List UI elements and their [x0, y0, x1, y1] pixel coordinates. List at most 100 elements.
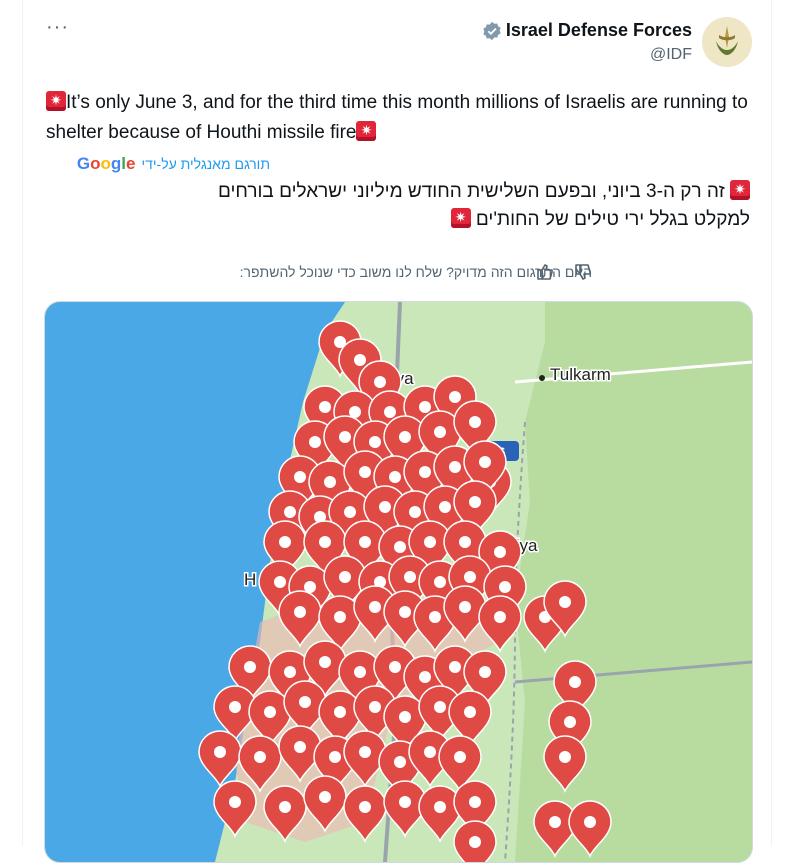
alert-pin-dot	[319, 536, 331, 548]
alert-pin-dot	[374, 376, 386, 388]
alert-pin-dot	[274, 576, 286, 588]
alert-pin-dot	[384, 406, 396, 418]
alert-pin-dot	[354, 666, 366, 678]
alert-pin-dot	[359, 466, 371, 478]
alert-pin-dot	[354, 354, 366, 366]
alert-pin-dot	[369, 601, 381, 613]
alert-pin-dot	[264, 706, 276, 718]
alert-pin-dot	[449, 461, 461, 473]
alert-pin-dot	[389, 661, 401, 673]
alert-pin-dot	[399, 606, 411, 618]
alert-pin-dot	[394, 756, 406, 768]
alert-pin-dot	[404, 571, 416, 583]
alert-pin-dot	[319, 656, 331, 668]
alert-pin-dot	[334, 611, 346, 623]
alert-pin-dot	[294, 471, 306, 483]
alert-pin-dot	[399, 431, 411, 443]
tulkarm-label: Tulkarm	[550, 365, 611, 384]
verified-badge-icon	[483, 21, 501, 40]
avatar[interactable]	[702, 17, 752, 67]
alert-pin-dot	[449, 391, 461, 403]
tweet-text-he-line2: למקלט בגלל ירי טילים של החות'ים	[475, 209, 750, 230]
siren-icon	[356, 121, 377, 141]
alert-pin-dot	[229, 796, 241, 808]
google-logo: Google	[76, 154, 136, 173]
alert-pin-dot	[469, 496, 481, 508]
alert-pin-dot	[399, 796, 411, 808]
alert-pin-dot	[464, 706, 476, 718]
alert-pin-dot	[434, 426, 446, 438]
alert-pin-dot	[279, 536, 291, 548]
alert-pin-dot	[389, 471, 401, 483]
tweet-text-en: It’s only June 3, and for the third time…	[46, 92, 748, 143]
alert-pin-dot	[329, 751, 341, 763]
alert-pin-dot	[359, 801, 371, 813]
alert-pin-dot	[439, 501, 451, 513]
alert-pin-dot	[359, 746, 371, 758]
alert-pin-dot	[464, 571, 476, 583]
alert-pin-dot	[319, 401, 331, 413]
alert-pin-dot	[284, 666, 296, 678]
alert-pin-dot	[549, 816, 561, 828]
author-handle[interactable]: @IDF	[650, 46, 692, 64]
alert-pin-dot	[284, 506, 296, 518]
hills	[515, 302, 752, 862]
alert-pin-dot	[569, 676, 581, 688]
alert-pin-dot	[229, 701, 241, 713]
alert-pin-dot	[494, 546, 506, 558]
alert-pin-dot	[244, 661, 256, 673]
alert-pin-dot	[469, 416, 481, 428]
alert-pin-dot	[214, 746, 226, 758]
alert-pin-dot	[324, 476, 336, 488]
alert-pin-dot	[559, 751, 571, 763]
alert-pin-dot	[459, 601, 471, 613]
city-dot	[539, 375, 545, 381]
alert-pin-dot	[394, 541, 406, 553]
alert-pin-dot	[469, 796, 481, 808]
alert-pin-dot	[369, 701, 381, 713]
alert-pin-dot	[584, 816, 596, 828]
alert-pin-dot	[409, 506, 421, 518]
siren-icon	[450, 208, 471, 228]
author-name[interactable]: Israel Defense Forces	[482, 20, 692, 41]
siren-icon	[730, 180, 750, 200]
alert-pin-dot	[399, 711, 411, 723]
alert-pin-dot	[499, 581, 511, 593]
alert-map: 6 tanya Tulkarm lqiliya H	[45, 302, 752, 862]
alert-pin-dot	[344, 506, 356, 518]
alert-pin-dot	[559, 596, 571, 608]
alert-pin-dot	[424, 536, 436, 548]
alert-pin-dot	[254, 751, 266, 763]
alert-pin-dot	[424, 746, 436, 758]
alert-pin-dot	[339, 431, 351, 443]
alert-pin-dot	[299, 696, 311, 708]
alert-pin-dot	[339, 571, 351, 583]
translated-by-label: תורגם מאנגלית על-ידי	[141, 156, 271, 172]
alert-pin-dot	[419, 466, 431, 478]
alert-pin-dot	[434, 701, 446, 713]
alert-pin-dot	[494, 611, 506, 623]
idf-emblem-icon	[702, 17, 752, 67]
alert-map-image[interactable]: 6 tanya Tulkarm lqiliya H	[44, 301, 753, 863]
alert-pin-dot	[309, 436, 321, 448]
alert-pin-dot	[359, 536, 371, 548]
alert-pin-dot	[369, 436, 381, 448]
alert-pin-dot	[419, 671, 431, 683]
more-options-button[interactable]: ···	[46, 16, 69, 39]
translated-tweet-text: זה רק ה-3 ביוני, ובפעם השלישית החודש מיל…	[50, 178, 750, 234]
alert-pin-dot	[319, 791, 331, 803]
alert-pin-dot	[479, 666, 491, 678]
translation-feedback: האם התרגום הזה מדויק? שלח לנו משוב כדי ש…	[239, 264, 592, 280]
alert-pin-dot	[279, 801, 291, 813]
alert-pin-dot	[379, 501, 391, 513]
alert-pin-dot	[294, 606, 306, 618]
tweet-text: It’s only June 3, and for the third time…	[46, 88, 752, 148]
alert-pin-dot	[469, 836, 481, 848]
translation-attribution[interactable]: תורגם מאנגלית על-ידי Google	[77, 154, 270, 174]
tweet-text-he-line1: זה רק ה-3 ביוני, ובפעם השלישית החודש מיל…	[217, 181, 725, 202]
alert-pin-dot	[459, 536, 471, 548]
herzliya-label: H	[244, 570, 256, 589]
alert-pin-dot	[454, 751, 466, 763]
siren-icon	[46, 91, 66, 111]
alert-pin-dot	[434, 576, 446, 588]
